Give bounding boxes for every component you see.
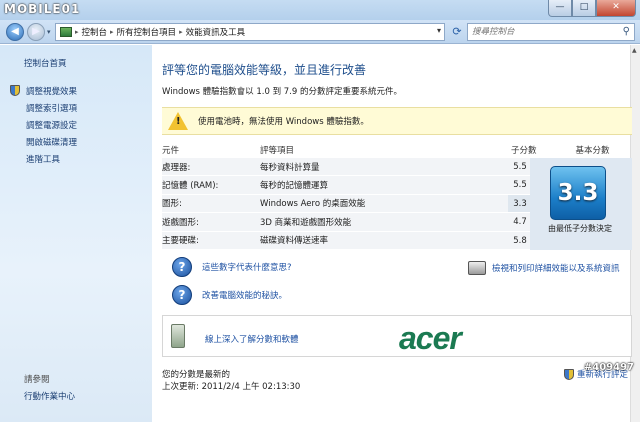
help-icon[interactable]: ? — [172, 257, 192, 277]
last-update: 上次更新: 2011/2/4 上午 02:13:30 — [162, 382, 301, 392]
help-icon[interactable]: ? — [172, 285, 192, 305]
sidebar-item-label: 進階工具 — [26, 154, 61, 165]
sidebar-item-visual-effects[interactable]: 調整視覺效果 — [10, 82, 77, 99]
table-row: 記憶體 (RAM): 每秒的記憶體運算 — [162, 176, 528, 195]
main-content: ▲ 評等您的電腦效能等級，並且進行改善 Windows 體驗指數會以 1.0 到… — [152, 45, 640, 422]
scroll-up-icon[interactable]: ▲ — [632, 47, 637, 54]
tool-icon[interactable] — [171, 324, 185, 348]
subscore-cell: 5.8 — [508, 231, 532, 250]
performance-tips-link[interactable]: 改善電腦效能的秘訣。 — [202, 289, 287, 301]
column-header-subscore: 子分數 — [511, 145, 537, 156]
component-cell: 圖形: — [162, 199, 182, 210]
sidebar-home-link[interactable]: 控制台首頁 — [24, 57, 67, 69]
what-numbers-mean-link[interactable]: 這些數字代表什麼意思? — [202, 261, 292, 273]
acer-logo: acer — [399, 320, 462, 356]
chevron-right-icon[interactable]: ▸ — [110, 28, 114, 36]
table-row: 圖形: Windows Aero 的桌面效能 — [162, 195, 528, 214]
base-score-panel: 3.3 由最低子分數決定 — [530, 158, 632, 250]
table-body: 處理器: 每秒資料計算量 記憶體 (RAM): 每秒的記憶體運算 圖形: Win… — [162, 158, 632, 250]
chevron-right-icon[interactable]: ▸ — [179, 28, 183, 36]
sidebar-task-list: 調整視覺效果 調整索引選項 調整電源設定 開啟磁碟清理 進階工具 — [10, 82, 77, 167]
warning-icon: ! — [168, 112, 188, 130]
item-cell: 3D 商業和遊戲圖形效能 — [260, 217, 352, 228]
score-status: 您的分數是最新的 — [162, 370, 231, 380]
print-details-row[interactable]: 檢視和列印詳細效能以及系統資訊 — [468, 261, 620, 275]
column-header-basescore: 基本分數 — [575, 145, 610, 156]
component-cell: 記憶體 (RAM): — [162, 181, 219, 192]
subscore-cell-lowest: 3.3 — [508, 194, 532, 214]
sidebar-item-power[interactable]: 調整電源設定 — [10, 116, 77, 133]
breadcrumb-all-items[interactable]: 所有控制台項目 — [117, 26, 177, 38]
item-cell: 磁碟資料傳送速率 — [260, 236, 329, 247]
subscore-cell: 4.7 — [508, 213, 532, 232]
page-title: 評等您的電腦效能等級，並且進行改善 — [162, 63, 367, 77]
minimize-button[interactable]: — — [548, 0, 572, 17]
table-row: 遊戲圖形: 3D 商業和遊戲圖形效能 — [162, 213, 528, 232]
sidebar-item-label: 開啟磁碟清理 — [26, 137, 78, 148]
search-input[interactable] — [468, 24, 608, 40]
close-button[interactable]: ✕ — [596, 0, 636, 17]
subscore-cell: 5.5 — [508, 158, 532, 177]
subscore-column: 5.5 5.5 3.3 4.7 5.8 — [508, 158, 532, 250]
post-id-watermark: #409497 — [583, 362, 634, 373]
table-rows: 處理器: 每秒資料計算量 記憶體 (RAM): 每秒的記憶體運算 圖形: Win… — [162, 158, 528, 250]
address-field[interactable]: ▸ 控制台 ▸ 所有控制台項目 ▸ 效能資訊及工具 ▾ — [55, 23, 445, 41]
help-row-what-mean[interactable]: ? 這些數字代表什麼意思? — [172, 257, 292, 277]
control-panel-icon — [60, 27, 72, 37]
sidebar-item-disk-cleanup[interactable]: 開啟磁碟清理 — [10, 133, 77, 150]
sidebar-item-label: 調整電源設定 — [26, 120, 78, 131]
component-cell: 主要硬碟: — [162, 236, 199, 247]
sidebar-item-label: 調整索引選項 — [26, 103, 78, 114]
item-cell: 每秒的記憶體運算 — [260, 181, 329, 192]
search-box[interactable]: ⚲ — [467, 23, 635, 41]
sidebar-item-indexing[interactable]: 調整索引選項 — [10, 99, 77, 116]
maximize-button[interactable]: □ — [572, 0, 596, 17]
table-header: 元件 評等項目 子分數 基本分數 — [162, 141, 632, 158]
shield-icon — [10, 84, 20, 96]
item-cell: Windows Aero 的桌面效能 — [260, 199, 366, 210]
base-score-tile: 3.3 — [550, 166, 606, 220]
column-header-component: 元件 — [162, 145, 180, 156]
help-row-tips[interactable]: ? 改善電腦效能的秘訣。 — [172, 285, 287, 305]
window-controls: — □ ✕ — [548, 0, 636, 17]
sidebar-item-advanced-tools[interactable]: 進階工具 — [10, 150, 77, 167]
title-bar: MOBILE01 — □ ✕ — [0, 0, 640, 20]
table-row: 處理器: 每秒資料計算量 — [162, 158, 528, 177]
recent-pages-icon[interactable]: ▾ — [47, 28, 51, 36]
breadcrumb-performance[interactable]: 效能資訊及工具 — [186, 26, 246, 38]
chevron-right-icon[interactable]: ▸ — [75, 28, 79, 36]
component-cell: 遊戲圖形: — [162, 217, 199, 228]
column-header-item: 評等項目 — [260, 145, 295, 156]
component-cell: 處理器: — [162, 162, 191, 173]
back-button[interactable]: ◀ — [6, 23, 24, 41]
learn-more-online-link[interactable]: 線上深入了解分數和軟體 — [205, 333, 299, 345]
sidebar-item-label: 調整視覺效果 — [26, 86, 78, 97]
page-description: Windows 體驗指數會以 1.0 到 7.9 的分數評定重要系統元件。 — [162, 87, 402, 97]
item-cell: 每秒資料計算量 — [260, 162, 320, 173]
subscore-cell: 5.5 — [508, 176, 532, 195]
search-icon[interactable]: ⚲ — [623, 26, 630, 37]
oem-info-box: 線上深入了解分數和軟體 acer — [162, 315, 632, 357]
see-also-label: 請參閱 — [24, 375, 50, 385]
base-score-caption: 由最低子分數決定 — [548, 224, 612, 233]
shield-icon — [564, 368, 574, 380]
score-table: 元件 評等項目 子分數 基本分數 處理器: 每秒資料計算量 記憶體 (RAM):… — [162, 141, 632, 250]
chevron-down-icon[interactable]: ▾ — [437, 26, 441, 35]
table-row: 主要硬碟: 磁碟資料傳送速率 — [162, 232, 528, 250]
address-bar: ◀ ▶ ▾ ▸ 控制台 ▸ 所有控制台項目 ▸ 效能資訊及工具 ▾ ⟳ ⚲ — [0, 20, 640, 44]
printer-icon[interactable] — [468, 261, 486, 275]
breadcrumb-control-panel[interactable]: 控制台 — [82, 26, 108, 38]
action-center-link[interactable]: 行動作業中心 — [24, 390, 75, 402]
refresh-icon[interactable]: ⟳ — [449, 24, 465, 40]
warning-text: 使用電池時，無法使用 Windows 體驗指數。 — [198, 117, 369, 127]
battery-warning-banner: ! 使用電池時，無法使用 Windows 體驗指數。 — [162, 107, 632, 135]
watermark-logo: MOBILE01 — [4, 2, 81, 16]
forward-button[interactable]: ▶ — [27, 23, 45, 41]
print-details-link[interactable]: 檢視和列印詳細效能以及系統資訊 — [492, 262, 620, 274]
sidebar: 控制台首頁 調整視覺效果 調整索引選項 調整電源設定 開啟磁碟清理 進階工具 請… — [0, 45, 152, 422]
